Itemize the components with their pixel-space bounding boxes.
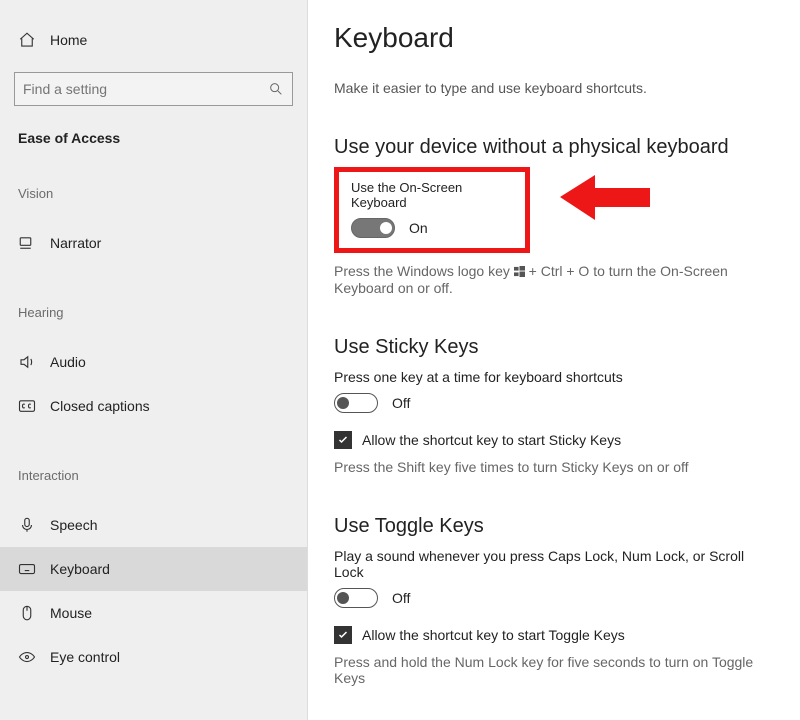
- sidebar-group-vision: Vision: [0, 186, 307, 201]
- toggle-desc: Play a sound whenever you press Caps Loc…: [334, 548, 770, 580]
- sidebar-item-label: Eye control: [50, 649, 120, 665]
- osk-section-heading: Use your device without a physical keybo…: [334, 136, 770, 159]
- sidebar-item-closed-captions[interactable]: Closed captions: [0, 384, 307, 428]
- togglekeys-toggle[interactable]: [334, 588, 378, 608]
- osk-toggle-label: Use the On-Screen Keyboard: [351, 180, 513, 210]
- audio-icon: [18, 353, 36, 371]
- osk-hint: Press the Windows logo key + Ctrl + O to…: [334, 263, 770, 296]
- sidebar-item-audio[interactable]: Audio: [0, 340, 307, 384]
- togglekeys-checkbox-label: Allow the shortcut key to start Toggle K…: [362, 627, 625, 643]
- sticky-hint: Press the Shift key five times to turn S…: [334, 459, 770, 475]
- cc-icon: [18, 397, 36, 415]
- on-screen-keyboard-section: Use your device without a physical keybo…: [334, 136, 770, 296]
- sidebar-item-label: Mouse: [50, 605, 92, 621]
- sidebar-item-label: Closed captions: [50, 398, 150, 414]
- sticky-desc: Press one key at a time for keyboard sho…: [334, 369, 770, 385]
- sidebar-group-interaction: Interaction: [0, 468, 307, 483]
- sidebar-item-label: Keyboard: [50, 561, 110, 577]
- mouse-icon: [18, 604, 36, 622]
- sidebar-item-label: Audio: [50, 354, 86, 370]
- search-box[interactable]: [14, 72, 293, 106]
- sidebar-category: Ease of Access: [0, 106, 307, 146]
- sidebar: Home Ease of Access Vision Narrator Hear…: [0, 0, 308, 720]
- toggle-keys-section: Use Toggle Keys Play a sound whenever yo…: [334, 515, 770, 686]
- sidebar-group-hearing: Hearing: [0, 305, 307, 320]
- sidebar-item-keyboard[interactable]: Keyboard: [0, 547, 307, 591]
- home-link[interactable]: Home: [0, 22, 307, 58]
- sticky-shortcut-checkbox-row[interactable]: Allow the shortcut key to start Sticky K…: [334, 431, 770, 449]
- osk-highlight-box: Use the On-Screen Keyboard On: [334, 167, 530, 253]
- narrator-icon: [18, 234, 36, 252]
- sidebar-item-mouse[interactable]: Mouse: [0, 591, 307, 635]
- mic-icon: [18, 516, 36, 534]
- content-area: Keyboard Make it easier to type and use …: [308, 0, 800, 720]
- sidebar-item-narrator[interactable]: Narrator: [0, 221, 307, 265]
- search-input[interactable]: [23, 81, 268, 97]
- sticky-toggle[interactable]: [334, 393, 378, 413]
- home-label: Home: [50, 32, 87, 48]
- osk-toggle-state: On: [409, 220, 428, 236]
- eye-icon: [18, 648, 36, 666]
- windows-logo-icon: [514, 264, 525, 280]
- checkbox-checked-icon: [334, 431, 352, 449]
- sidebar-item-label: Narrator: [50, 235, 101, 251]
- sticky-section-heading: Use Sticky Keys: [334, 336, 770, 359]
- search-icon: [268, 81, 284, 97]
- togglekeys-hint: Press and hold the Num Lock key for five…: [334, 654, 770, 686]
- home-icon: [18, 31, 36, 49]
- page-title: Keyboard: [334, 22, 770, 54]
- keyboard-icon: [18, 560, 36, 578]
- sidebar-item-eye-control[interactable]: Eye control: [0, 635, 307, 679]
- annotation-red-arrow-icon: [560, 170, 650, 225]
- sticky-checkbox-label: Allow the shortcut key to start Sticky K…: [362, 432, 621, 448]
- toggle-section-heading: Use Toggle Keys: [334, 515, 770, 538]
- osk-toggle[interactable]: [351, 218, 395, 238]
- sticky-keys-section: Use Sticky Keys Press one key at a time …: [334, 336, 770, 475]
- sidebar-item-label: Speech: [50, 517, 97, 533]
- sidebar-item-speech[interactable]: Speech: [0, 503, 307, 547]
- togglekeys-toggle-state: Off: [392, 590, 410, 606]
- togglekeys-shortcut-checkbox-row[interactable]: Allow the shortcut key to start Toggle K…: [334, 626, 770, 644]
- sticky-toggle-state: Off: [392, 395, 410, 411]
- page-subtitle: Make it easier to type and use keyboard …: [334, 80, 770, 96]
- checkbox-checked-icon: [334, 626, 352, 644]
